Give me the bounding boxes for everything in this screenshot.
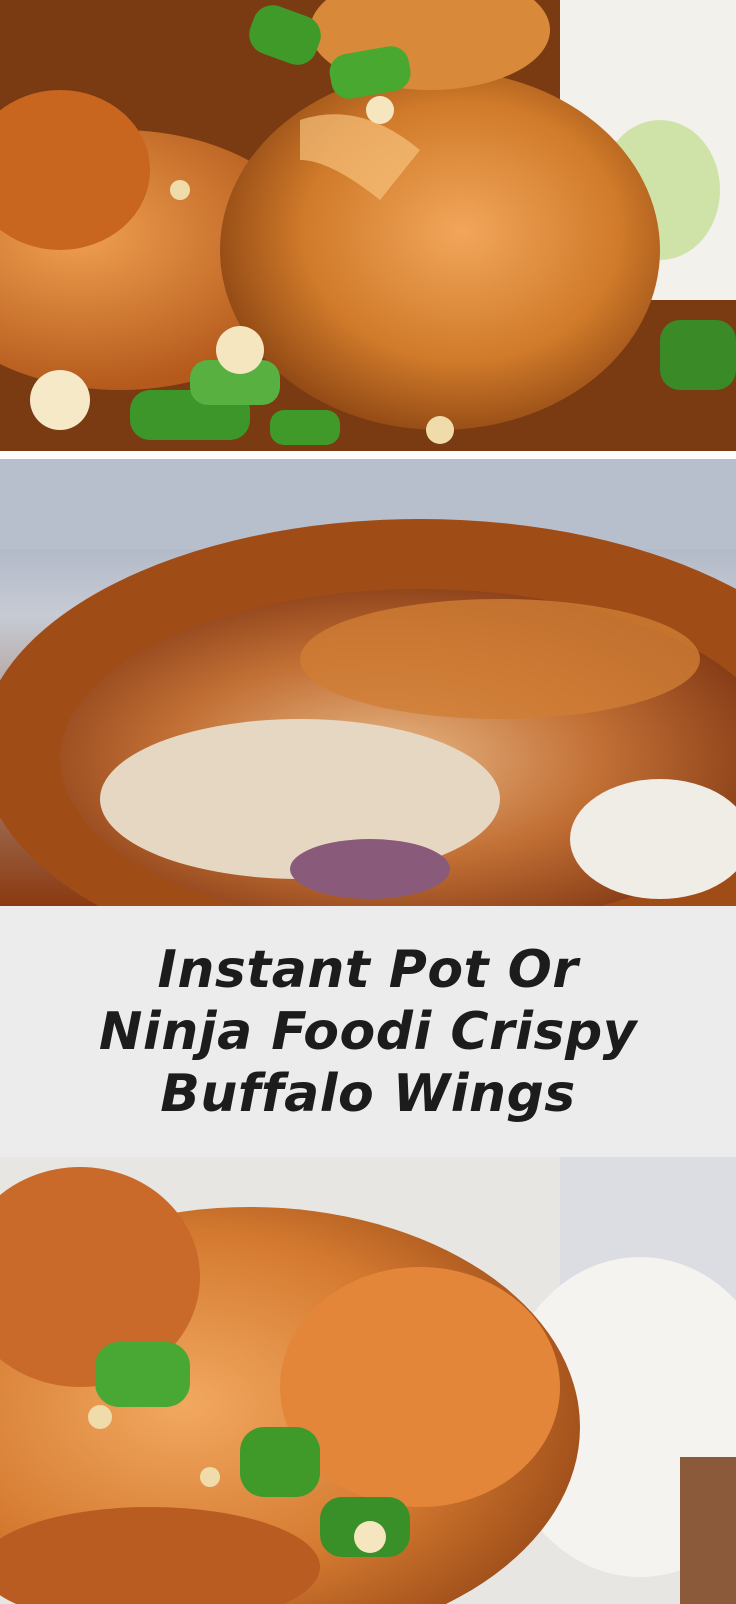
bottom-food-photo: [0, 1157, 736, 1604]
wings-scallions-image: [0, 0, 736, 451]
wing-closeup-image: [0, 459, 736, 906]
middle-food-photo: [0, 459, 736, 906]
title-band: Instant Pot Or Ninja Foodi Crispy Buffal…: [0, 906, 736, 1157]
recipe-title: Instant Pot Or Ninja Foodi Crispy Buffal…: [98, 939, 638, 1124]
top-food-photo: [0, 0, 736, 451]
wings-plate-image: [0, 1157, 736, 1604]
recipe-pin: Instant Pot Or Ninja Foodi Crispy Buffal…: [0, 0, 736, 1604]
